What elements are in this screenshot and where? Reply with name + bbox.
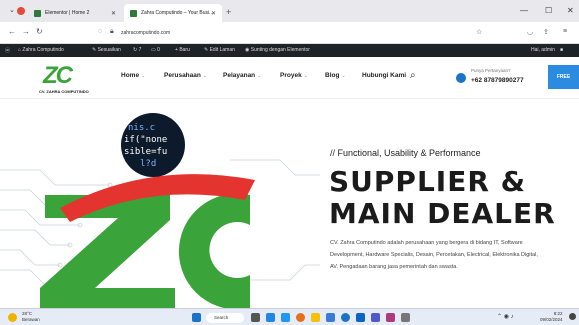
bookmark-star-icon[interactable]: ☆	[476, 28, 482, 36]
close-tab-icon[interactable]: ✕	[111, 10, 116, 17]
logo-letter-z	[40, 195, 175, 308]
windows-taskbar: 28°C Berawan Search ⌃ ◉ ♪ 8:22 09/02/202…	[0, 308, 579, 325]
forward-icon[interactable]: →	[22, 27, 30, 36]
menu-perusahaan[interactable]: Perusahaan ⌄	[164, 72, 207, 79]
admin-site-name[interactable]: ⌂ Zahra Computindo	[18, 47, 64, 53]
weather-widget[interactable]: 28°C Berawan	[22, 311, 40, 323]
tab-list-chevron-icon[interactable]: ⌄	[9, 6, 15, 14]
menu-proyek[interactable]: Proyek ⌄	[280, 72, 308, 79]
favicon-icon	[34, 9, 41, 17]
avatar[interactable]: ■	[560, 47, 563, 53]
tab-label: Elementor | Home 2	[45, 10, 90, 16]
hero-section: nis.c if("none sible=fu l?d // Functiona…	[0, 100, 579, 308]
admin-user[interactable]: Hai, admin	[531, 47, 555, 53]
site-header: ZC CV. ZAHRA COMPUTINDO Home ⌄ Perusahaan…	[0, 57, 579, 99]
site-logo[interactable]: ZC	[43, 62, 73, 90]
settings-icon[interactable]	[401, 313, 410, 322]
admin-new[interactable]: + Baru	[175, 47, 190, 53]
maximize-icon[interactable]: ☐	[545, 6, 552, 15]
code-line: sible=fu	[124, 147, 167, 157]
task-view-icon[interactable]	[251, 313, 260, 322]
tray-icons[interactable]: ⌃ ◉ ♪	[497, 313, 514, 320]
app-icon[interactable]	[266, 313, 275, 322]
chevron-down-icon: ⌄	[303, 73, 308, 79]
share-icon[interactable]: ⇪	[543, 28, 549, 36]
menu-icon[interactable]: ≡	[563, 28, 567, 35]
ask-label: Punya Pertanyaan?	[471, 68, 511, 73]
wp-admin-bar: ⓦ ⌂ Zahra Computindo ✎ Sesuaikan ↻ 7 ▭ 0…	[0, 44, 579, 57]
taskbar-search[interactable]: Search	[206, 313, 244, 323]
chrome-icon[interactable]	[341, 313, 350, 322]
firefox-icon	[17, 7, 25, 15]
store-icon[interactable]	[326, 313, 335, 322]
hero-title-line: MAIN DEALER	[329, 197, 556, 230]
code-line: if("none	[124, 135, 167, 145]
app3-icon[interactable]	[386, 313, 395, 322]
pocket-icon[interactable]: ◡	[527, 28, 533, 36]
menu-home[interactable]: Home ⌄	[121, 72, 145, 79]
hero-illustration: nis.c if("none sible=fu l?d	[0, 113, 320, 308]
phone-number[interactable]: +62 87879890277	[471, 77, 524, 84]
admin-elementor[interactable]: ◉ Sunting dengan Elementor	[245, 47, 310, 53]
hero-description: CV. Zahra Computindo adalah perusahaan y…	[330, 240, 538, 270]
menu-pelayanan[interactable]: Pelayanan ⌄	[223, 72, 261, 79]
admin-updates[interactable]: ↻ 7	[133, 47, 141, 53]
wordpress-icon[interactable]: ⓦ	[5, 47, 10, 54]
admin-customize[interactable]: ✎ Sesuaikan	[92, 47, 121, 53]
admin-comments[interactable]: ▭ 0	[151, 47, 160, 53]
menu-hubungi-kami[interactable]: Hubungi Kami	[362, 72, 406, 79]
browser-nav-bar: ← → ↻ ◌ 🔒︎ zahracomputindo.com ☆ ◡ ⇪ ≡	[0, 22, 579, 44]
tab-elementor[interactable]: Elementor | Home 2 ✕	[28, 4, 122, 22]
app2-icon[interactable]	[356, 313, 365, 322]
lock-icon[interactable]: 🔒︎	[110, 28, 114, 36]
chevron-down-icon: ⌄	[257, 73, 262, 79]
shield-icon[interactable]: ◌	[98, 28, 102, 35]
logo-letter-c	[178, 193, 250, 308]
browser-tab-bar: ⌄ Elementor | Home 2 ✕ Zahra Computindo …	[0, 0, 579, 22]
file-explorer-icon[interactable]	[311, 313, 320, 322]
hero-title: SUPPLIER & MAIN DEALER	[329, 166, 556, 230]
tab-zahra[interactable]: Zahra Computindo – Your Busi... ✕	[124, 4, 222, 22]
admin-edit-page[interactable]: ✎ Edit Laman	[204, 47, 235, 53]
close-tab-icon[interactable]: ✕	[211, 10, 216, 17]
reload-icon[interactable]: ↻	[36, 27, 43, 36]
weather-icon[interactable]	[8, 313, 17, 322]
hero-tagline: // Functional, Usability & Performance	[330, 148, 481, 158]
close-window-icon[interactable]: ✕	[567, 6, 574, 15]
free-button[interactable]: FREE	[548, 65, 579, 89]
chevron-down-icon: ⌄	[141, 73, 146, 79]
chevron-down-icon: ⌄	[341, 73, 346, 79]
minimize-icon[interactable]: —	[520, 6, 528, 15]
code-line: nis.c	[128, 123, 155, 133]
notification-icon[interactable]	[569, 313, 576, 320]
back-icon[interactable]: ←	[8, 27, 16, 36]
teams-icon[interactable]	[371, 313, 380, 322]
search-icon[interactable]: ⌕	[410, 70, 416, 81]
start-icon[interactable]	[192, 313, 201, 322]
phone-icon	[456, 73, 466, 83]
firefox-taskbar-icon[interactable]	[296, 313, 305, 322]
code-line: l?d	[140, 159, 156, 169]
chevron-down-icon: ⌄	[202, 73, 208, 79]
logo-subtitle: CV. ZAHRA COMPUTINDO	[39, 89, 89, 94]
menu-blog[interactable]: Blog ⌄	[325, 72, 346, 79]
tab-label: Zahra Computindo – Your Busi...	[141, 10, 214, 16]
clock[interactable]: 8:22 09/02/2024	[540, 311, 563, 323]
url-field[interactable]: zahracomputindo.com	[121, 30, 170, 36]
favicon-icon	[130, 9, 137, 17]
new-tab-icon[interactable]: +	[226, 7, 231, 17]
hero-title-line: SUPPLIER &	[329, 165, 527, 198]
edge-icon[interactable]	[281, 313, 290, 322]
